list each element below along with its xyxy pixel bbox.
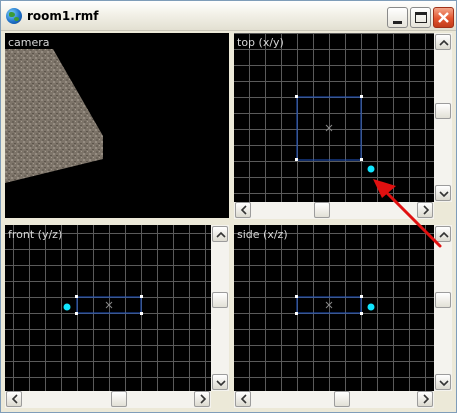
minimize-icon (393, 21, 402, 24)
app-window: room1.rmf camera top (x/y) front (y/z) s… (0, 0, 457, 413)
chevron-left-icon (240, 394, 247, 404)
close-button[interactable] (433, 7, 454, 28)
side-vscrollbar[interactable] (434, 225, 452, 391)
front-hscrollbar[interactable] (5, 391, 211, 408)
scroll-right-button[interactable] (194, 391, 210, 407)
scroll-down-button[interactable] (435, 374, 451, 390)
viewport-label-camera: camera (8, 36, 50, 49)
close-icon (438, 12, 449, 23)
scroll-left-button[interactable] (235, 202, 251, 218)
scroll-thumb[interactable] (435, 292, 451, 308)
front-vscrollbar[interactable] (211, 225, 229, 391)
scroll-up-button[interactable] (212, 226, 228, 242)
wall-surface (5, 49, 103, 183)
viewport-label-side: side (x/z) (237, 228, 288, 241)
side-brush[interactable] (234, 225, 434, 391)
scroll-left-button[interactable] (235, 391, 251, 407)
chevron-down-icon (216, 380, 226, 387)
chevron-right-icon (200, 394, 207, 404)
scroll-corner (211, 391, 229, 408)
scroll-down-button[interactable] (212, 374, 228, 390)
scroll-thumb[interactable] (334, 391, 350, 407)
top-handle (367, 165, 375, 173)
camera-3d-view (5, 49, 103, 183)
chevron-right-icon (423, 205, 430, 215)
chevron-up-icon (439, 231, 449, 238)
side-handle (367, 303, 375, 311)
top-brush[interactable] (234, 33, 434, 202)
front-handle (63, 303, 71, 311)
scroll-right-button[interactable] (417, 202, 433, 218)
scroll-thumb[interactable] (435, 103, 451, 119)
minimize-button[interactable] (387, 7, 408, 28)
top-viewport[interactable]: top (x/y) (234, 33, 434, 202)
scroll-up-button[interactable] (435, 226, 451, 242)
chevron-up-icon (439, 39, 449, 46)
scroll-left-button[interactable] (6, 391, 22, 407)
chevron-down-icon (439, 380, 449, 387)
chevron-right-icon (423, 394, 430, 404)
scroll-thumb[interactable] (111, 391, 127, 407)
globe-icon (6, 8, 22, 24)
front-viewport[interactable]: front (y/z) (5, 225, 211, 391)
top-hscrollbar[interactable] (234, 202, 434, 219)
chevron-left-icon (240, 205, 247, 215)
front-brush[interactable] (5, 225, 211, 391)
window-title: room1.rmf (27, 9, 99, 23)
side-viewport[interactable]: side (x/z) (234, 225, 434, 391)
maximize-icon (415, 12, 427, 23)
side-hscrollbar[interactable] (234, 391, 434, 408)
chevron-left-icon (11, 394, 18, 404)
scroll-corner (434, 202, 452, 219)
chevron-up-icon (216, 231, 226, 238)
camera-viewport[interactable]: camera (5, 33, 229, 218)
viewport-label-front: front (y/z) (8, 228, 63, 241)
top-vscrollbar[interactable] (434, 33, 452, 202)
scroll-down-button[interactable] (435, 185, 451, 201)
scroll-up-button[interactable] (435, 34, 451, 50)
scroll-right-button[interactable] (417, 391, 433, 407)
scroll-thumb[interactable] (212, 292, 228, 308)
chevron-down-icon (439, 191, 449, 198)
title-bar[interactable]: room1.rmf (1, 1, 456, 31)
maximize-button[interactable] (410, 7, 431, 28)
viewport-label-top: top (x/y) (237, 36, 284, 49)
scroll-thumb[interactable] (314, 202, 330, 218)
scroll-corner (434, 391, 452, 408)
